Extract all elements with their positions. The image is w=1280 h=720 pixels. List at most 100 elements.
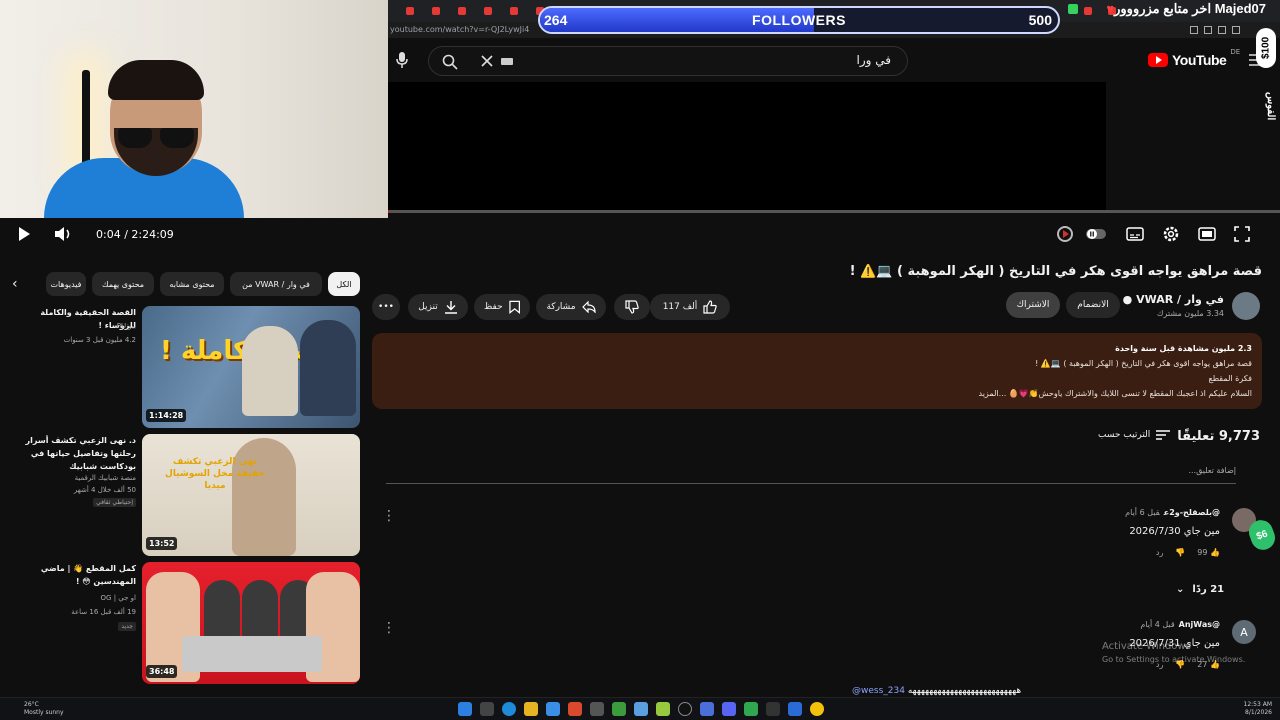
video-channel[interactable]: او جي | OG xyxy=(101,594,136,602)
taskview-icon[interactable] xyxy=(480,702,494,716)
autoplay-icon[interactable] xyxy=(1056,224,1074,244)
folder-icon[interactable] xyxy=(524,702,538,716)
store-icon[interactable] xyxy=(546,702,560,716)
search-input[interactable]: في ورا xyxy=(428,46,908,76)
video-channel[interactable]: بيو PU xyxy=(117,322,136,330)
video-progress-bar[interactable] xyxy=(388,210,1280,213)
vscode-icon[interactable] xyxy=(700,702,714,716)
channel-name[interactable]: في وار / VWAR ● xyxy=(1123,293,1224,306)
more-actions-button[interactable]: ••• xyxy=(372,294,400,320)
subtitles-icon[interactable] xyxy=(1126,224,1144,244)
video-player[interactable] xyxy=(388,82,1106,212)
youtube-play-icon xyxy=(1148,53,1168,67)
share-button[interactable]: مشاركة xyxy=(536,294,606,320)
subscribe-button[interactable]: الاشتراك xyxy=(1006,292,1060,318)
comment-like-button[interactable]: 👍 99 xyxy=(1197,548,1220,557)
player-controls: 0:04 / 2:24:09 xyxy=(0,218,1280,250)
comment-reply-button[interactable]: رد xyxy=(1156,548,1163,557)
fullscreen-icon[interactable] xyxy=(1234,224,1250,244)
chevron-down-icon: ⌄ xyxy=(1176,584,1185,595)
system-clock[interactable]: 12:53 AM 8/1/2026 xyxy=(1244,701,1272,717)
thumbnail-figure xyxy=(242,326,298,416)
tab-favicon[interactable] xyxy=(458,7,466,15)
chip-similar[interactable]: محتوى مشابه xyxy=(160,272,224,296)
autoplay-toggle[interactable] xyxy=(1086,224,1106,244)
donation-badge: $100 xyxy=(1256,28,1276,68)
download-button[interactable]: تنزيل xyxy=(408,294,468,320)
search-icon[interactable] xyxy=(439,51,461,73)
tab-favicon[interactable] xyxy=(432,7,440,15)
tab-favicon[interactable] xyxy=(406,7,414,15)
app-icon[interactable] xyxy=(766,702,780,716)
extension-icon[interactable] xyxy=(1190,26,1198,34)
settings-gear-icon[interactable] xyxy=(1162,224,1180,244)
clear-search-icon[interactable] xyxy=(479,53,495,69)
channel-name-text: في وار / VWAR xyxy=(1136,293,1224,306)
video-channel[interactable]: منصة شبابيك الرقمية xyxy=(75,474,136,482)
weather-temp: 26°C xyxy=(24,701,39,708)
comment-more-icon[interactable]: ⋮ xyxy=(382,508,396,524)
github-icon[interactable] xyxy=(678,702,692,716)
brave-icon[interactable] xyxy=(568,702,582,716)
comment-time: قبل 6 أيام xyxy=(1125,508,1160,517)
video-title: د. نهى الزعبي تكشف أسرار رحلتها وتفاصيل … xyxy=(25,436,136,471)
sort-button[interactable]: الترتيب حسب xyxy=(1098,430,1171,440)
mic-icon[interactable] xyxy=(392,50,412,70)
comment-author-name: @AnjWas xyxy=(1178,620,1220,629)
start-icon[interactable] xyxy=(458,702,472,716)
save-button[interactable]: حفظ xyxy=(474,294,530,320)
theater-mode-icon[interactable] xyxy=(1198,224,1216,244)
download-label: تنزيل xyxy=(418,302,438,312)
chip-all[interactable]: الكل xyxy=(328,272,360,296)
comment-author[interactable]: @AnjWasقبل 4 أيام xyxy=(1140,620,1220,629)
extension-icon[interactable] xyxy=(1218,26,1226,34)
video-meta: 19 ألف قبل 16 ساعة xyxy=(71,608,136,616)
join-button[interactable]: الانضمام xyxy=(1066,292,1120,318)
chrome-icon[interactable] xyxy=(810,702,824,716)
like-button[interactable]: 117 ألف xyxy=(650,294,730,320)
obs-icon[interactable] xyxy=(590,702,604,716)
channel-avatar[interactable] xyxy=(1232,292,1260,320)
chip-videos[interactable]: فيديوهات xyxy=(46,272,86,296)
keyboard-icon[interactable] xyxy=(501,58,513,65)
heart-icon: ♥ xyxy=(1106,1,1115,16)
comment-author[interactable]: @بلصقلح-و2عقبل 6 أيام xyxy=(1125,508,1220,517)
tab-favicon[interactable] xyxy=(510,7,518,15)
video-thumbnail[interactable]: 36:48 xyxy=(142,562,360,684)
telegram-icon[interactable] xyxy=(634,702,648,716)
comment-author-name: @بلصقلح-و2ع xyxy=(1163,508,1220,517)
video-duration: 36:48 xyxy=(146,665,178,678)
replies-toggle[interactable]: 21 ردًا ⌄ xyxy=(1176,584,1224,595)
video-meta: 50 ألف خلال 4 أشهر xyxy=(73,486,136,494)
thumbnail-figure xyxy=(204,580,240,640)
app-icon[interactable] xyxy=(744,702,758,716)
extension-icon[interactable] xyxy=(1204,26,1212,34)
tab-favicon[interactable] xyxy=(1084,7,1092,15)
tab-favicon[interactable] xyxy=(484,7,492,15)
comment-more-icon[interactable]: ⋮ xyxy=(382,620,396,636)
youtube-logo[interactable]: YouTube DE xyxy=(1148,48,1240,68)
comment-dislike-button[interactable]: 👎 xyxy=(1175,548,1185,557)
app-icon[interactable] xyxy=(656,702,670,716)
video-thumbnail[interactable]: القصة الكاملة ! 1:14:28 xyxy=(142,306,360,428)
weather-widget[interactable]: 26°C Mostly sunny xyxy=(24,701,64,717)
time-display: 0:04 / 2:24:09 xyxy=(96,227,174,241)
recommended-video[interactable]: القصة الكاملة ! 1:14:28 القصة الحقيقية و… xyxy=(8,306,362,430)
minecraft-icon[interactable] xyxy=(612,702,626,716)
extension-icon[interactable] xyxy=(1232,26,1240,34)
play-icon[interactable] xyxy=(16,224,32,244)
add-comment-input[interactable]: إضافة تعليق... xyxy=(386,466,1236,484)
video-meta: 4.2 مليون قبل 3 سنوات xyxy=(63,336,136,344)
video-thumbnail[interactable]: نهى الزعبي تكشف حقيقة مخل السوشيال ميديا… xyxy=(142,434,360,556)
chip-for-you[interactable]: محتوى يهمك xyxy=(92,272,154,296)
recommended-video[interactable]: نهى الزعبي تكشف حقيقة مخل السوشيال ميديا… xyxy=(8,434,362,558)
video-title: قصة مراهق يواجه اقوى هكر في التاريخ ( ال… xyxy=(849,264,1262,279)
app-icon[interactable] xyxy=(788,702,802,716)
dislike-button[interactable] xyxy=(614,294,650,320)
chip-from-channel[interactable]: من VWAR / في وار xyxy=(230,272,322,296)
discord-icon[interactable] xyxy=(722,702,736,716)
recommended-video[interactable]: 36:48 كمل المقطع 👋 | ماضي المهندسين 😳 ! … xyxy=(8,562,362,686)
video-description[interactable]: 2.3 مليون مشاهدة قبل سنة واحدة قصة مراهق… xyxy=(372,333,1262,409)
edge-icon[interactable] xyxy=(502,702,516,716)
volume-icon[interactable] xyxy=(54,224,72,244)
